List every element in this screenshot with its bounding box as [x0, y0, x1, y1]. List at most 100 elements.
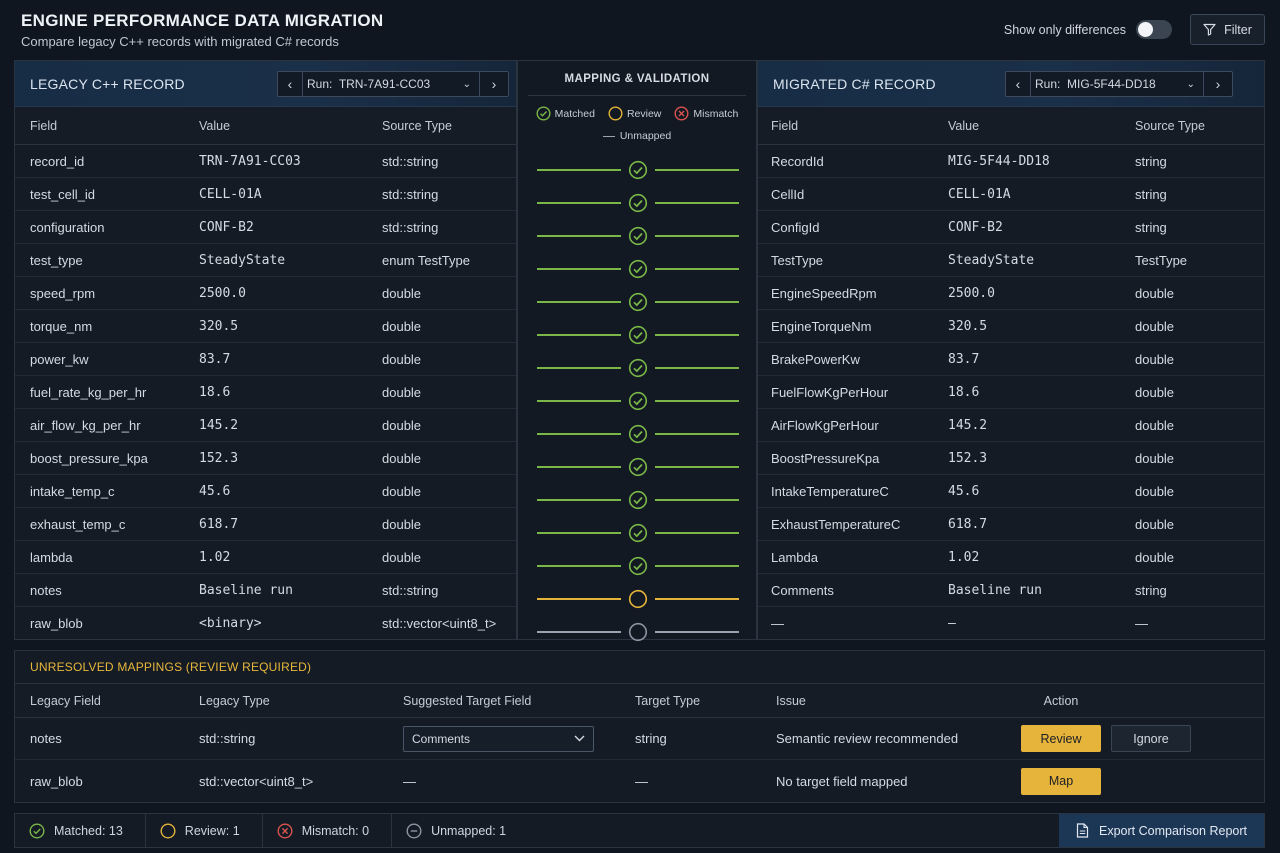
type-cell: double [382, 417, 422, 433]
filter-button[interactable]: Filter [1190, 14, 1265, 45]
unmapped-icon [406, 822, 422, 839]
legacy-run-prev-button[interactable]: ‹ [278, 72, 302, 96]
mapping-line-right [655, 432, 739, 435]
value-cell: SteadyState [199, 252, 286, 268]
status-matched: Matched: 13 [15, 814, 146, 847]
record-row: ConfigId CONF-B2 string [758, 211, 1264, 244]
legend-unmapped-label: Unmapped [619, 130, 672, 142]
mapping-line-left [537, 531, 621, 534]
type-cell: double [1135, 285, 1175, 301]
type-cell: string [1135, 582, 1167, 598]
unresolved-target-type: — [635, 773, 648, 789]
status-matched-label: Matched: 13 [54, 823, 123, 838]
matched-status-icon [628, 424, 648, 443]
type-cell: double [1135, 483, 1175, 499]
page-title: ENGINE PERFORMANCE DATA MIGRATION [21, 11, 384, 30]
unresolved-row: notes std::string Comments string Semant… [15, 718, 1264, 760]
export-report-button[interactable]: Export Comparison Report [1059, 814, 1264, 847]
matched-status-icon [628, 193, 648, 212]
mapping-line-right [655, 597, 739, 600]
record-row: lambda 1.02 double [15, 541, 516, 574]
mapping-row [518, 252, 758, 285]
record-row: fuel_rate_kg_per_hr 18.6 double [15, 376, 516, 409]
field-cell: Lambda [771, 549, 818, 565]
mapping-rows [518, 153, 758, 648]
record-row: — — — [758, 607, 1264, 640]
field-cell: test_type [30, 252, 83, 268]
field-cell: boost_pressure_kpa [30, 450, 148, 466]
value-cell: MIG-5F44-DD18 [948, 153, 1050, 169]
mapping-line-left [537, 630, 621, 633]
diff-toggle-label: Show only differences [1003, 22, 1126, 37]
type-cell: string [1135, 219, 1167, 235]
status-bar: Matched: 13 Review: 1 Mismatch: 0 Unmapp… [14, 813, 1265, 848]
type-cell: string [1135, 153, 1167, 169]
matched-icon [29, 822, 45, 839]
mapping-line-left [537, 465, 621, 468]
type-cell: TestType [1135, 252, 1188, 268]
type-cell: std::string [382, 186, 439, 202]
document-icon [1076, 823, 1089, 838]
mapping-title: MAPPING & VALIDATION [564, 73, 710, 85]
record-row: EngineTorqueNm 320.5 double [758, 310, 1264, 343]
field-cell: speed_rpm [30, 285, 96, 301]
column-header-source-type: Source Type [1135, 118, 1205, 133]
run-prefix: Run: [1035, 77, 1061, 91]
diff-toggle-group: Show only differences [1004, 20, 1172, 39]
legacy-record-panel: LEGACY C++ RECORD ‹ Run: TRN-7A91-CC03 ⌄… [14, 60, 517, 640]
field-cell: raw_blob [30, 616, 83, 631]
unmapped-dash-icon [602, 135, 615, 137]
field-cell: torque_nm [30, 318, 93, 334]
chevron-down-icon [574, 735, 585, 742]
show-differences-toggle[interactable] [1136, 20, 1172, 39]
matched-status-icon [628, 226, 648, 245]
value-cell: 18.6 [948, 384, 980, 400]
record-row: raw_blob <binary> std::vector<uint8_t> [15, 607, 516, 640]
column-header-issue: Issue [776, 693, 806, 708]
chevron-right-icon: › [1215, 76, 1221, 92]
value-cell: CONF-B2 [948, 219, 1003, 235]
mapping-line-right [655, 498, 739, 501]
record-row: test_cell_id CELL-01A std::string [15, 178, 516, 211]
mapping-row [518, 153, 758, 186]
mapping-row [518, 582, 758, 615]
matched-status-icon [628, 391, 648, 410]
record-row: Lambda 1.02 double [758, 541, 1264, 574]
status-review-label: Review: 1 [184, 823, 240, 838]
migrated-record-panel: MIGRATED C# RECORD ‹ Run: MIG-5F44-DD18 … [757, 60, 1265, 640]
review-icon [608, 106, 623, 121]
ignore-button[interactable]: Ignore [1111, 725, 1191, 752]
suggested-target-value: Comments [412, 731, 471, 746]
review-button[interactable]: Review [1021, 725, 1101, 752]
field-cell: notes [30, 582, 62, 598]
field-cell: power_kw [30, 351, 89, 367]
field-cell: intake_temp_c [30, 483, 115, 499]
value-cell: Baseline run [948, 582, 1042, 598]
field-cell: FuelFlowKgPerHour [771, 384, 889, 400]
unresolved-title: UNRESOLVED MAPPINGS (REVIEW REQUIRED) [15, 651, 1264, 684]
legacy-run-dropdown[interactable]: Run: TRN-7A91-CC03 ⌄ [302, 72, 480, 96]
mapping-line-left [537, 300, 621, 303]
suggested-target-select[interactable]: Comments [403, 725, 594, 752]
mapping-validation-panel: MAPPING & VALIDATION Matched Review Mism… [517, 60, 757, 641]
mapping-row [518, 450, 758, 483]
column-header-target-type: Target Type [635, 693, 701, 708]
mapping-line-right [655, 333, 739, 336]
mapping-line-left [537, 267, 621, 270]
matched-status-icon [628, 292, 648, 311]
field-cell: fuel_rate_kg_per_hr [30, 384, 147, 400]
migrated-run-value: MIG-5F44-DD18 [1067, 77, 1156, 91]
record-row: exhaust_temp_c 618.7 double [15, 508, 516, 541]
unmapped-status-icon [628, 622, 648, 641]
migrated-run-prev-button[interactable]: ‹ [1006, 72, 1030, 96]
migrated-run-dropdown[interactable]: Run: MIG-5F44-DD18 ⌄ [1030, 72, 1204, 96]
chevron-down-icon: ⌄ [462, 78, 471, 90]
migrated-run-next-button[interactable]: › [1204, 72, 1232, 96]
field-cell: IntakeTemperatureC [771, 483, 889, 499]
legend-review: Review [608, 106, 661, 121]
mapping-row [518, 483, 758, 516]
legacy-run-next-button[interactable]: › [480, 72, 508, 96]
map-button[interactable]: Map [1021, 767, 1101, 795]
page-subtitle: Compare legacy C++ records with migrated… [21, 34, 339, 49]
column-header-source-type: Source Type [382, 118, 452, 133]
